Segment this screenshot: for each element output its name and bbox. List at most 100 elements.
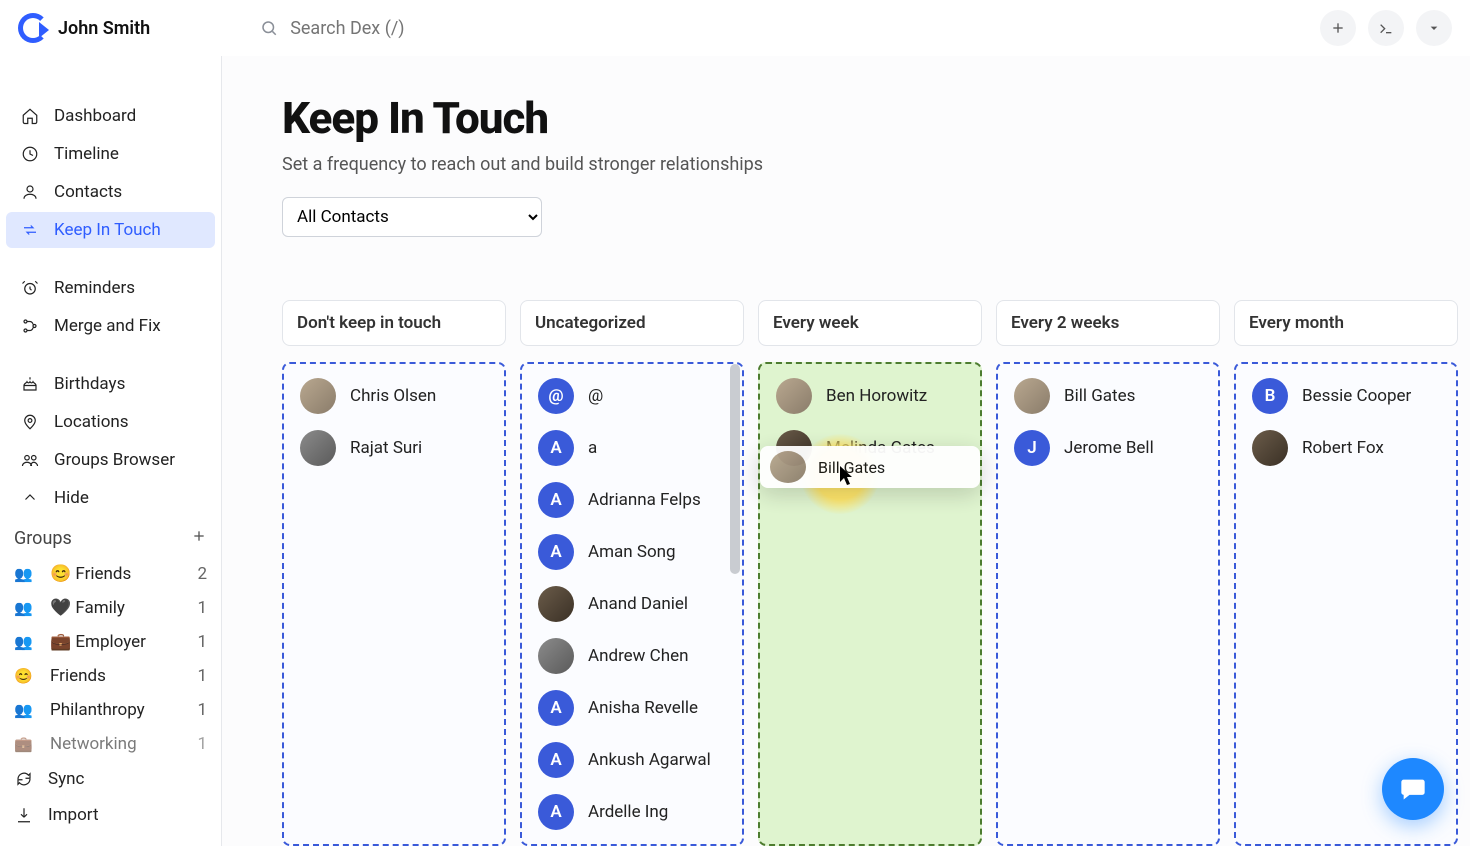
contact-name: Rajat Suri bbox=[350, 438, 422, 458]
avatar bbox=[1014, 378, 1050, 414]
avatar bbox=[776, 378, 812, 414]
download-icon bbox=[14, 805, 34, 825]
column-dropzone[interactable]: @@AaAAdrianna FelpsAAman SongAnand Danie… bbox=[520, 362, 744, 846]
avatar bbox=[770, 451, 806, 483]
contact-name: a bbox=[588, 438, 597, 458]
column-header: Uncategorized bbox=[520, 300, 744, 346]
nav-item-locations[interactable]: Locations bbox=[6, 404, 215, 440]
contact-card[interactable]: Aa bbox=[528, 424, 736, 472]
nav-item-hide[interactable]: Hide bbox=[6, 480, 215, 516]
group-icon: 👥 bbox=[14, 701, 36, 719]
dropdown-button[interactable] bbox=[1416, 10, 1452, 46]
column-header: Don't keep in touch bbox=[282, 300, 506, 346]
contact-name: Robert Fox bbox=[1302, 438, 1384, 458]
group-label: Networking bbox=[50, 734, 137, 754]
drag-ghost-name: Bill Gates bbox=[818, 458, 885, 477]
add-button[interactable] bbox=[1320, 10, 1356, 46]
group-item[interactable]: 👥🖤 Family1 bbox=[0, 591, 221, 625]
kanban-board: Don't keep in touch Chris Olsen Rajat Suri… bbox=[282, 300, 1470, 846]
nav-item-import[interactable]: Import bbox=[0, 797, 221, 833]
column: Don't keep in touch Chris Olsen Rajat Suri bbox=[282, 300, 506, 846]
user-icon bbox=[20, 182, 40, 202]
pin-icon bbox=[20, 412, 40, 432]
up-icon bbox=[20, 488, 40, 508]
column: Uncategorized @@AaAAdrianna FelpsAAman So… bbox=[520, 300, 744, 846]
nav-label: Hide bbox=[54, 488, 89, 508]
contact-card[interactable]: Chris Olsen bbox=[290, 372, 498, 420]
groups-header: Groups bbox=[0, 518, 221, 557]
contact-name: Bill Gates bbox=[1064, 386, 1135, 406]
group-item[interactable]: 👥Philanthropy1 bbox=[0, 693, 221, 727]
group-icon: 👥 bbox=[14, 599, 36, 617]
nav-item-groups-browser[interactable]: Groups Browser bbox=[6, 442, 215, 478]
group-item[interactable]: 👥💼 Employer1 bbox=[0, 625, 221, 659]
contact-card[interactable]: Anand Daniel bbox=[528, 580, 736, 628]
chat-fab-button[interactable] bbox=[1382, 758, 1444, 820]
swap-icon bbox=[20, 220, 40, 240]
group-item[interactable]: 😊Friends1 bbox=[0, 659, 221, 693]
group-label: 💼 Employer bbox=[50, 632, 146, 652]
contact-card[interactable]: Andrew Chen bbox=[528, 632, 736, 680]
nav-item-timeline[interactable]: Timeline bbox=[6, 136, 215, 172]
column-dropzone[interactable]: Bill Gates JJerome Bell bbox=[996, 362, 1220, 846]
contact-card[interactable]: AArdelle Forster bbox=[528, 840, 736, 846]
group-label: 😊 Friends bbox=[50, 564, 131, 584]
contact-name: Ben Horowitz bbox=[826, 386, 927, 406]
contact-name: Bessie Cooper bbox=[1302, 386, 1411, 406]
contact-name: Andrew Chen bbox=[588, 646, 689, 666]
avatar bbox=[1252, 430, 1288, 466]
caret-down-icon bbox=[1426, 20, 1442, 36]
column-dropzone[interactable]: Chris Olsen Rajat Suri bbox=[282, 362, 506, 846]
contact-card[interactable]: Bill Gates bbox=[1004, 372, 1212, 420]
contacts-filter-select[interactable]: All Contacts bbox=[282, 197, 542, 237]
group-icon: 😊 bbox=[14, 667, 36, 685]
nav-label: Birthdays bbox=[54, 374, 125, 394]
contact-name: Ankush Agarwal bbox=[588, 750, 711, 770]
contact-card[interactable]: Rajat Suri bbox=[290, 424, 498, 472]
contact-card[interactable]: @@ bbox=[528, 372, 736, 420]
contact-card[interactable]: JJerome Bell bbox=[1004, 424, 1212, 472]
search-input[interactable] bbox=[290, 18, 690, 39]
nav-item-dashboard[interactable]: Dashboard bbox=[6, 98, 215, 134]
contact-card[interactable]: AArdelle Ing bbox=[528, 788, 736, 836]
nav-item-keep-in-touch[interactable]: Keep In Touch bbox=[6, 212, 215, 248]
nav-item-reminders[interactable]: Reminders bbox=[6, 270, 215, 306]
nav-label: Reminders bbox=[54, 278, 135, 298]
avatar bbox=[538, 586, 574, 622]
nav-item-sync[interactable]: Sync bbox=[0, 761, 221, 797]
group-item[interactable]: 👥😊 Friends2 bbox=[0, 557, 221, 591]
contact-card[interactable]: Ben Horowitz bbox=[766, 372, 974, 420]
contact-card[interactable]: Robert Fox bbox=[1242, 424, 1450, 472]
cake-icon bbox=[20, 374, 40, 394]
search-wrapper[interactable] bbox=[260, 18, 1308, 39]
scrollbar-thumb[interactable] bbox=[730, 364, 740, 574]
contact-card[interactable]: AAnisha Revelle bbox=[528, 684, 736, 732]
users-icon bbox=[20, 450, 40, 470]
nav-item-birthdays[interactable]: Birthdays bbox=[6, 366, 215, 402]
avatar: B bbox=[1252, 378, 1288, 414]
add-group-button[interactable] bbox=[191, 528, 207, 549]
column-dropzone[interactable]: Ben HorowitzMelinda Gates bbox=[758, 362, 982, 846]
contact-name: Aman Song bbox=[588, 542, 676, 562]
contact-card[interactable]: AAnkush Agarwal bbox=[528, 736, 736, 784]
group-label: 🖤 Family bbox=[50, 598, 125, 618]
contact-name: @ bbox=[588, 386, 603, 406]
nav-label: Keep In Touch bbox=[54, 220, 161, 240]
home-icon bbox=[20, 106, 40, 126]
contact-card[interactable]: AAdrianna Felps bbox=[528, 476, 736, 524]
command-button[interactable] bbox=[1368, 10, 1404, 46]
nav-item-merge-and-fix[interactable]: Merge and Fix bbox=[6, 308, 215, 344]
nav-item-contacts[interactable]: Contacts bbox=[6, 174, 215, 210]
nav-label: Timeline bbox=[54, 144, 119, 164]
group-count: 1 bbox=[197, 632, 207, 652]
column-header: Every 2 weeks bbox=[996, 300, 1220, 346]
contact-card[interactable]: AAman Song bbox=[528, 528, 736, 576]
nav-label: Contacts bbox=[54, 182, 122, 202]
nav-label: Groups Browser bbox=[54, 450, 175, 470]
terminal-icon bbox=[1378, 20, 1394, 36]
contact-card[interactable]: B Bessie Cooper bbox=[1242, 372, 1450, 420]
group-item[interactable]: 💼Networking1 bbox=[0, 727, 221, 761]
alarm-icon bbox=[20, 278, 40, 298]
group-label: Friends bbox=[50, 666, 106, 686]
groups-title: Groups bbox=[14, 528, 72, 549]
